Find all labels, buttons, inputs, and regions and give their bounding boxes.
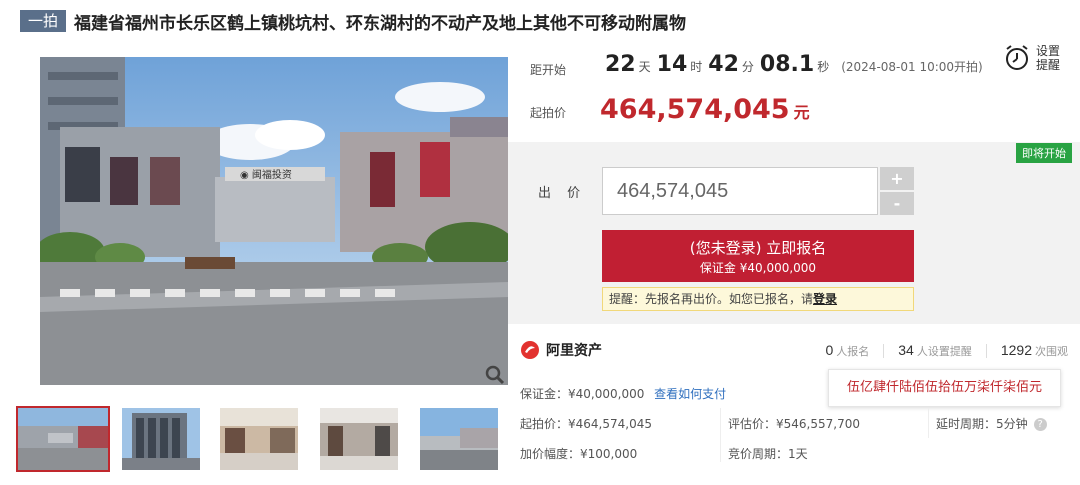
delay-value: 延时周期：5分钟	[936, 417, 1028, 431]
signup-count: 0	[825, 342, 834, 358]
mall-photo-image: ◉ 闽福投资	[40, 57, 508, 385]
title-bar: 一拍 福建省福州市长乐区鹤上镇桃坑村、环东湖村的不动产及地上其他不可移动附属物	[20, 9, 687, 34]
signup-count-label: 人报名	[836, 345, 870, 358]
view-count: 1292	[1000, 342, 1032, 358]
countdown-minutes-unit: 分	[741, 60, 754, 74]
reminder-label-1: 设置	[1036, 44, 1061, 58]
ali-assets-icon	[521, 341, 539, 359]
start-price-label: 起拍价	[530, 106, 567, 120]
countdown-minutes: 42	[708, 52, 739, 77]
countdown-label: 距开始	[530, 63, 567, 77]
view-count-label: 次围观	[1035, 345, 1068, 358]
ali-assets-logo[interactable]: 阿里资产	[520, 340, 602, 360]
brand-name: 阿里资产	[546, 343, 602, 359]
countdown-timer: 22 天 14 时 42 分 08.1 秒 (2024-08-01 10:00开…	[605, 52, 983, 77]
auction-stats: 0 人报名 34 人设置提醒 1292 次围观	[825, 342, 1068, 359]
reminder-label-2: 提醒	[1036, 58, 1061, 72]
thumbnail-5[interactable]	[420, 408, 510, 470]
column-divider	[720, 408, 721, 462]
alarm-clock-icon	[1006, 45, 1028, 70]
delay-row: 延时周期：5分钟?	[936, 415, 1047, 432]
notice-text: 提醒：先报名再出价。如您已报名，请	[609, 292, 814, 306]
bid-panel: 即将开始 出 价 + - (您未登录) 立即报名 保证金 ¥40,000,000…	[508, 142, 1080, 324]
main-photo[interactable]: ◉ 闽福投资	[40, 57, 508, 385]
payment-help-link[interactable]: 查看如何支付	[654, 387, 726, 401]
help-icon[interactable]: ?	[1033, 418, 1047, 431]
countdown-seconds: 08.1	[759, 52, 815, 77]
countdown-seconds-unit: 秒	[817, 60, 830, 74]
deposit-value: 保证金：¥40,000,000	[520, 387, 645, 401]
thumbnail-2[interactable]	[122, 408, 212, 470]
start-price-value: 464,574,045 元	[600, 94, 810, 125]
price-in-words-tooltip: 伍亿肆仟陆佰伍拾伍万柒仟柒佰元	[828, 369, 1061, 407]
deposit-row: 保证金：¥40,000,000 查看如何支付	[520, 385, 726, 402]
bid-amount-input[interactable]	[602, 167, 878, 215]
reminder-count-label: 人设置提醒	[916, 345, 972, 358]
auction-round-tag: 一拍	[20, 10, 67, 32]
countdown-hours: 14	[656, 52, 688, 77]
signup-button[interactable]: (您未登录) 立即报名 保证金 ¥40,000,000	[602, 230, 914, 282]
zoom-icon[interactable]	[484, 364, 506, 386]
bid-stepper: + -	[880, 167, 914, 215]
countdown-hours-unit: 时	[690, 60, 703, 74]
thumbnail-1[interactable]	[16, 406, 110, 472]
column-divider	[928, 408, 929, 438]
svg-text:◉ 闽福投资: ◉ 闽福投资	[240, 168, 292, 181]
signup-deposit-label: 保证金 ¥40,000,000	[699, 261, 817, 275]
increment-row: 加价幅度：¥100,000	[520, 447, 638, 461]
increase-bid-button[interactable]: +	[880, 167, 914, 190]
valuation-row: 评估价：¥546,557,700	[728, 417, 860, 431]
reminder-count: 34	[898, 342, 914, 358]
auction-start-time: (2024-08-01 10:00开拍)	[841, 60, 983, 74]
signup-button-label: (您未登录) 立即报名	[689, 239, 827, 257]
start-price-unit: 元	[793, 103, 810, 122]
status-badge: 即将开始	[1016, 143, 1072, 163]
stat-divider	[985, 343, 987, 358]
page-title: 福建省福州市长乐区鹤上镇桃坑村、环东湖村的不动产及地上其他不可移动附属物	[74, 13, 687, 34]
login-notice: 提醒：先报名再出价。如您已报名，请登录	[602, 287, 914, 311]
login-link[interactable]: 登录	[813, 292, 837, 306]
decrease-bid-button[interactable]: -	[880, 192, 914, 215]
set-reminder-button[interactable]: 设置 提醒	[1004, 44, 1060, 72]
stat-divider	[883, 343, 885, 358]
thumbnail-3[interactable]	[220, 408, 310, 470]
countdown-days: 22	[605, 52, 636, 77]
countdown-days-unit: 天	[638, 60, 651, 74]
bidding-cycle-row: 竞价周期：1天	[728, 447, 808, 461]
bid-label: 出 价	[538, 186, 587, 201]
start-price-number: 464,574,045	[600, 94, 790, 125]
start-price-row: 起拍价：¥464,574,045	[520, 417, 652, 431]
thumbnail-4[interactable]	[320, 408, 410, 470]
